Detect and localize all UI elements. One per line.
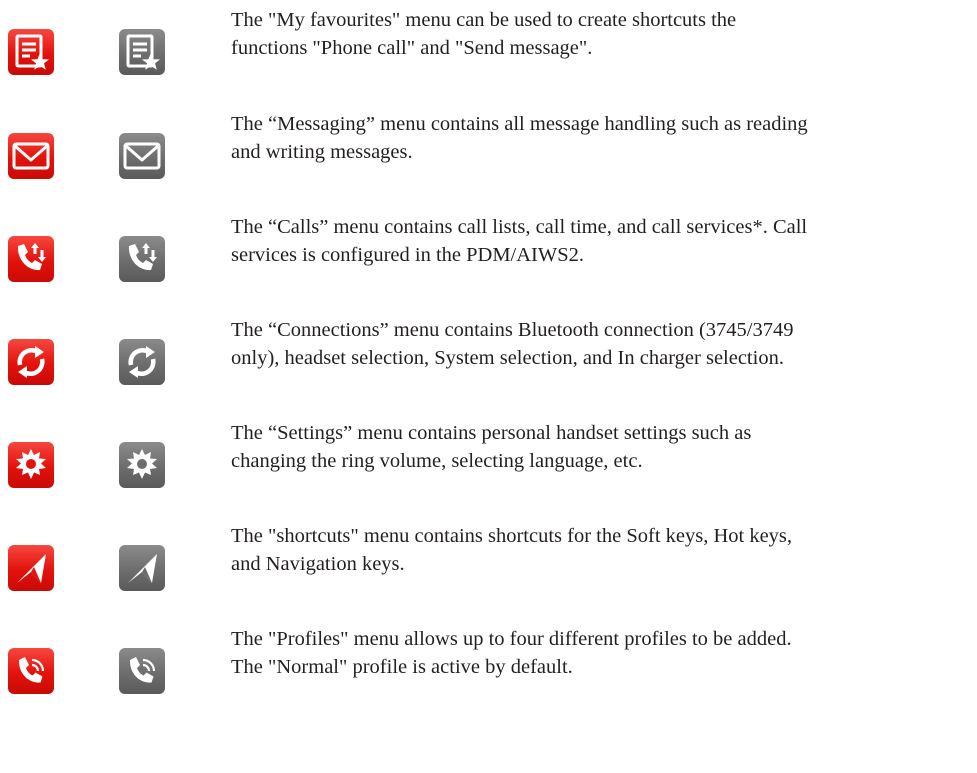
favourites-icon <box>8 29 54 75</box>
menu-description: The “Messaging” menu contains all messag… <box>231 110 975 166</box>
menu-row-messaging: The “Messaging” menu contains all messag… <box>0 110 977 210</box>
description-line: The “Calls” menu contains call lists, ca… <box>231 216 808 238</box>
profiles-icon <box>119 648 165 694</box>
menu-row-connections: The “Connections” menu contains Bluetoot… <box>0 316 977 416</box>
description-line: The "shortcuts" menu contains shortcuts … <box>231 525 793 547</box>
description-line: and Navigation keys. <box>231 553 405 575</box>
description-line: functions "Phone call" and "Send message… <box>231 37 593 59</box>
menu-description: The “Settings” menu contains personal ha… <box>231 419 975 475</box>
messaging-icon <box>119 133 165 179</box>
shortcuts-icon <box>8 545 54 591</box>
menu-description: The "shortcuts" menu contains shortcuts … <box>231 522 975 578</box>
profiles-icon <box>8 648 54 694</box>
menu-row-profiles: The "Profiles" menu allows up to four di… <box>0 625 977 725</box>
calls-icon <box>8 236 54 282</box>
description-line: The “Messaging” menu contains all messag… <box>231 113 808 135</box>
menu-description: The "My favourites" menu can be used to … <box>231 6 975 62</box>
menu-row-settings: The “Settings” menu contains personal ha… <box>0 419 977 519</box>
description-line: The "Profiles" menu allows up to four di… <box>231 628 792 650</box>
description-line: The “Settings” menu contains personal ha… <box>231 422 752 444</box>
menu-row-calls: The “Calls” menu contains call lists, ca… <box>0 213 977 313</box>
connections-icon <box>8 339 54 385</box>
description-line: The “Connections” menu contains Bluetoot… <box>231 319 794 341</box>
description-line: services is configured in the PDM/AIWS2. <box>231 244 584 266</box>
messaging-icon <box>8 133 54 179</box>
menu-row-favourites: The "My favourites" menu can be used to … <box>0 6 977 106</box>
favourites-icon <box>119 29 165 75</box>
menu-description: The "Profiles" menu allows up to four di… <box>231 625 975 681</box>
settings-icon <box>8 442 54 488</box>
description-line: The "My favourites" menu can be used to … <box>231 9 737 31</box>
menu-description: The “Connections” menu contains Bluetoot… <box>231 316 975 372</box>
description-line: only), headset selection, System selecti… <box>231 347 784 369</box>
menu-description: The “Calls” menu contains call lists, ca… <box>231 213 975 269</box>
calls-icon <box>119 236 165 282</box>
settings-icon <box>119 442 165 488</box>
connections-icon <box>119 339 165 385</box>
menu-row-shortcuts: The "shortcuts" menu contains shortcuts … <box>0 522 977 622</box>
description-line: changing the ring volume, selecting lang… <box>231 450 643 472</box>
shortcuts-icon <box>119 545 165 591</box>
description-line: and writing messages. <box>231 141 413 163</box>
description-line: The "Normal" profile is active by defaul… <box>231 656 573 678</box>
